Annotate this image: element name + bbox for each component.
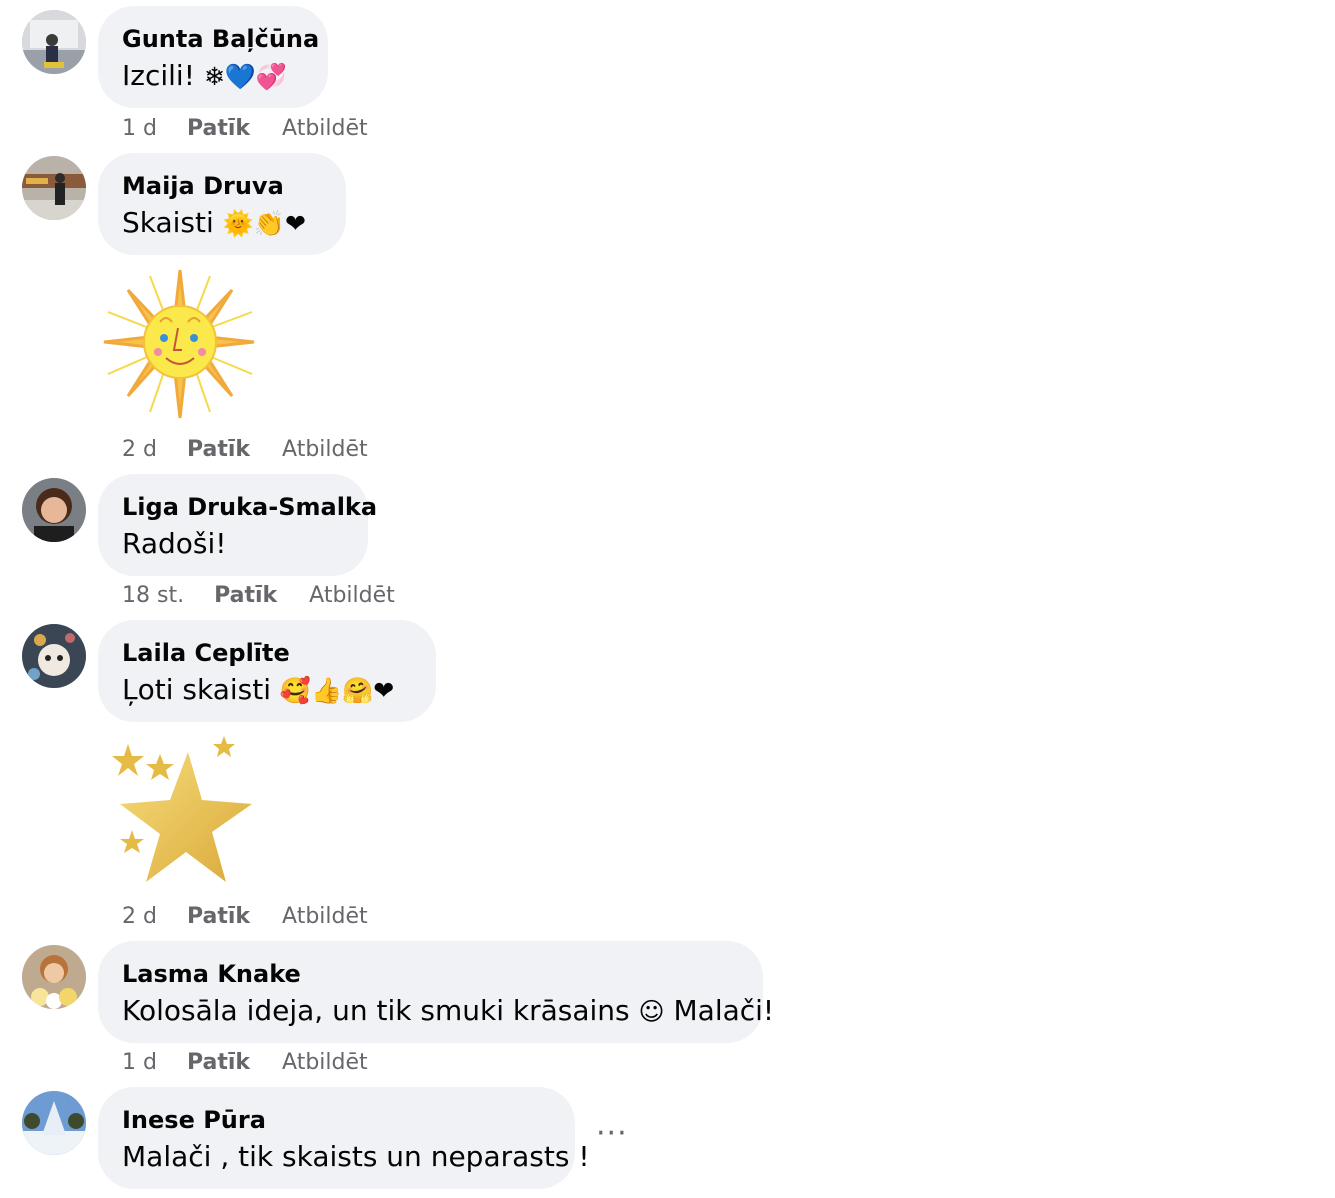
more-options-icon[interactable]: ··· (596, 1119, 632, 1149)
reply-button[interactable]: Atbildēt (282, 437, 368, 462)
comment-author[interactable]: Laila Ceplīte (122, 638, 412, 668)
comment-bubble: Liga Druka-Smalka Radoši! (98, 474, 377, 576)
comment-actions: 2 d Patīk Atbildēt (122, 904, 368, 929)
reply-button[interactable]: Atbildēt (309, 583, 395, 608)
emoji: 🥰👍🤗❤ (279, 676, 395, 705)
comment-author[interactable]: Liga Druka-Smalka (122, 492, 377, 522)
avatar[interactable] (22, 1091, 86, 1155)
comment-author[interactable]: Lasma Knake (122, 959, 739, 989)
avatar[interactable] (22, 10, 86, 74)
avatar[interactable] (22, 156, 86, 220)
sun-sticker[interactable] (100, 266, 258, 426)
comment-actions: 2 d Patīk Atbildēt (122, 437, 368, 462)
comment-actions: 18 st. Patīk Atbildēt (122, 583, 395, 608)
stars-sticker[interactable] (100, 734, 260, 894)
emoji: 🌞👏❤ (222, 209, 306, 238)
like-button[interactable]: Patīk (214, 583, 277, 608)
avatar[interactable] (22, 478, 86, 542)
reply-button[interactable]: Atbildēt (282, 904, 368, 929)
like-button[interactable]: Patīk (187, 116, 250, 141)
comment-text: Skaisti 🌞👏❤ (122, 206, 306, 239)
comment-text: Izcili! ❄💙💞 (122, 59, 288, 92)
comment-bubble: Lasma Knake Kolosāla ideja, un tik smuki… (98, 941, 775, 1043)
comment-bubble: Gunta Baļčūna Izcili! ❄💙💞 (98, 6, 328, 108)
timestamp[interactable]: 18 st. (122, 583, 184, 608)
like-button[interactable]: Patīk (187, 437, 250, 462)
comment-author[interactable]: Inese Pūra (122, 1105, 551, 1135)
timestamp[interactable]: 1 d (122, 116, 157, 141)
comment-bubble: Maija Druva Skaisti 🌞👏❤ (98, 153, 346, 255)
comment-author[interactable]: Gunta Baļčūna (122, 24, 319, 54)
avatar[interactable] (22, 624, 86, 688)
comment-actions: 1 d Patīk Atbildēt (122, 116, 368, 141)
like-button[interactable]: Patīk (187, 1050, 250, 1075)
timestamp[interactable]: 2 d (122, 904, 157, 929)
comment-text: Malači , tik skaists un neparasts ! (122, 1140, 590, 1173)
comment-text: Ļoti skaisti 🥰👍🤗❤ (122, 673, 395, 706)
comment-bubble: Laila Ceplīte Ļoti skaisti 🥰👍🤗❤ (98, 620, 436, 722)
avatar[interactable] (22, 945, 86, 1009)
comment-text: Kolosāla ideja, un tik smuki krāsains ☺ … (122, 994, 775, 1027)
reply-button[interactable]: Atbildēt (282, 1050, 368, 1075)
emoji: ☺ (638, 997, 665, 1026)
comment-author[interactable]: Maija Druva (122, 171, 322, 201)
like-button[interactable]: Patīk (187, 904, 250, 929)
comment-text: Radoši! (122, 527, 227, 560)
timestamp[interactable]: 2 d (122, 437, 157, 462)
timestamp[interactable]: 1 d (122, 1050, 157, 1075)
comment-bubble: Inese Pūra Malači , tik skaists un nepar… (98, 1087, 590, 1189)
reply-button[interactable]: Atbildēt (282, 116, 368, 141)
emoji: ❄💙💞 (203, 62, 288, 91)
comment-actions: 1 d Patīk Atbildēt (122, 1050, 368, 1075)
